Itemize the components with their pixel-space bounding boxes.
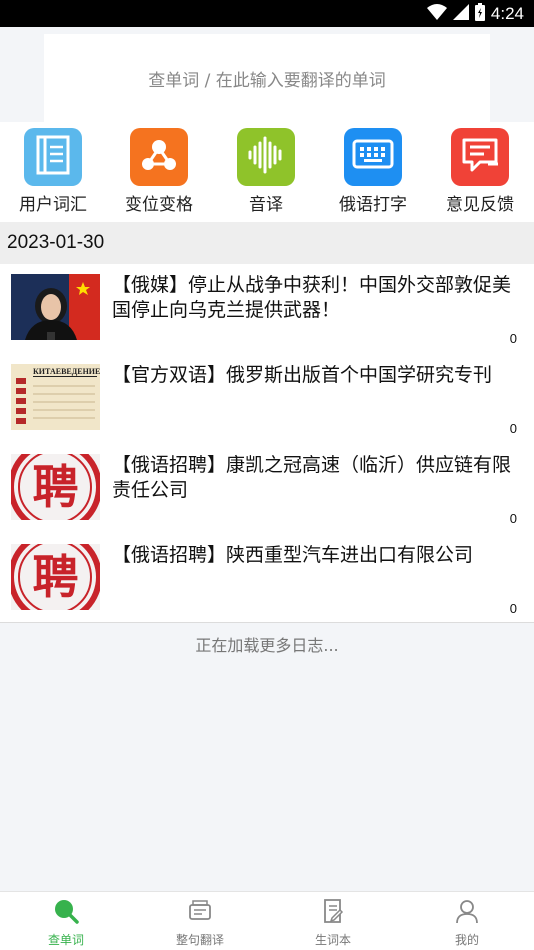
news-view-count: 0 xyxy=(509,601,517,616)
tab-label: 查单词 xyxy=(47,933,84,947)
recruit-stamp-glyph: 聘 xyxy=(32,460,79,514)
news-thumbnail-recruit-stamp: 聘 xyxy=(11,454,100,520)
user-icon xyxy=(454,898,480,928)
shortcut-label: 变位变格 xyxy=(125,195,193,215)
search-icon xyxy=(53,898,79,928)
feedback-icon xyxy=(460,136,500,178)
shortcut-grid: 用户词汇 变位变格 音译 俄语打字 意见反馈 xyxy=(0,122,534,222)
news-item[interactable]: 聘 【俄语招聘】康凯之冠高速（临沂）供应链有限责任公司 0 xyxy=(0,444,534,534)
tab-sentence-translate[interactable]: 整句翻译 xyxy=(140,898,260,948)
tab-label: 生词本 xyxy=(314,933,351,947)
news-item[interactable]: КИТАЕВЕДЕНИЕ 【官方双语】俄罗斯出版首个中国学研究专刊 0 xyxy=(0,354,534,444)
news-thumbnail-book-cover: КИТАЕВЕДЕНИЕ xyxy=(11,364,100,430)
news-view-count: 0 xyxy=(509,331,517,346)
battery-icon xyxy=(474,3,485,25)
shortcut-label: 俄语打字 xyxy=(339,195,407,215)
shortcut-tile xyxy=(237,128,295,186)
shortcut-tile xyxy=(344,128,402,186)
vocab-book-icon xyxy=(320,898,346,928)
tab-profile[interactable]: 我的 xyxy=(407,898,527,948)
shortcut-tile xyxy=(451,128,509,186)
news-thumbnail-spokesperson xyxy=(11,274,100,340)
notebook-icon xyxy=(35,135,71,179)
keyboard-icon xyxy=(352,139,394,175)
share-nodes-icon xyxy=(139,135,179,179)
news-item[interactable]: 聘 【俄语招聘】陕西重型汽车进出口有限公司 0 xyxy=(0,534,534,624)
news-item[interactable]: 【俄媒】停止从战争中获利！中国外交部敦促美国停止向乌克兰提供武器！ 0 xyxy=(0,264,534,354)
signal-icon xyxy=(452,4,469,24)
news-title: 【俄媒】停止从战争中获利！中国外交部敦促美国停止向乌克兰提供武器！ xyxy=(112,274,512,321)
date-header: 2023-01-30 xyxy=(0,222,534,264)
news-list: 【俄媒】停止从战争中获利！中国外交部敦促美国停止向乌克兰提供武器！ 0 КИТА… xyxy=(0,264,534,622)
search-placeholder: 查单词 / 在此输入要翻译的单词 xyxy=(148,70,386,91)
shortcut-tile xyxy=(130,128,188,186)
news-title: 【俄语招聘】陕西重型汽车进出口有限公司 xyxy=(112,544,474,566)
news-title: 【官方双语】俄罗斯出版首个中国学研究专刊 xyxy=(112,364,493,386)
sound-wave-icon xyxy=(246,135,286,179)
shortcut-transliteration[interactable]: 音译 xyxy=(213,128,319,215)
shortcut-tile xyxy=(24,128,82,186)
shortcut-label: 意见反馈 xyxy=(446,195,514,215)
tab-label: 整句翻译 xyxy=(175,933,224,947)
status-bar: 4:24 xyxy=(0,0,534,27)
wifi-icon xyxy=(426,4,447,24)
news-view-count: 0 xyxy=(509,511,517,526)
search-input[interactable]: 查单词 / 在此输入要翻译的单词 xyxy=(44,34,490,122)
translate-icon xyxy=(187,898,213,928)
recruit-stamp-glyph: 聘 xyxy=(32,550,79,604)
shortcut-russian-typing[interactable]: 俄语打字 xyxy=(320,128,426,215)
shortcut-conjugation[interactable]: 变位变格 xyxy=(106,128,212,215)
date-label: 2023-01-30 xyxy=(7,232,105,253)
shortcut-label: 音译 xyxy=(249,195,283,215)
loading-more-text: 正在加载更多日志... xyxy=(195,636,339,655)
news-title: 【俄语招聘】康凯之冠高速（临沂）供应链有限责任公司 xyxy=(112,454,512,501)
tab-label: 我的 xyxy=(454,933,479,947)
book-cover-caption: КИТАЕВЕДЕНИЕ xyxy=(33,367,100,377)
tab-vocab-book[interactable]: 生词本 xyxy=(273,898,393,948)
list-divider xyxy=(0,622,534,623)
news-view-count: 0 xyxy=(509,421,517,436)
shortcut-user-vocab[interactable]: 用户词汇 xyxy=(0,128,106,215)
bottom-tab-bar: 查单词 整句翻译 生词本 我的 xyxy=(0,891,534,950)
news-thumbnail-recruit-stamp: 聘 xyxy=(11,544,100,610)
status-time: 4:24 xyxy=(490,4,524,23)
shortcut-label: 用户词汇 xyxy=(19,195,87,215)
tab-lookup[interactable]: 查单词 xyxy=(6,898,126,948)
shortcut-feedback[interactable]: 意见反馈 xyxy=(427,128,533,215)
